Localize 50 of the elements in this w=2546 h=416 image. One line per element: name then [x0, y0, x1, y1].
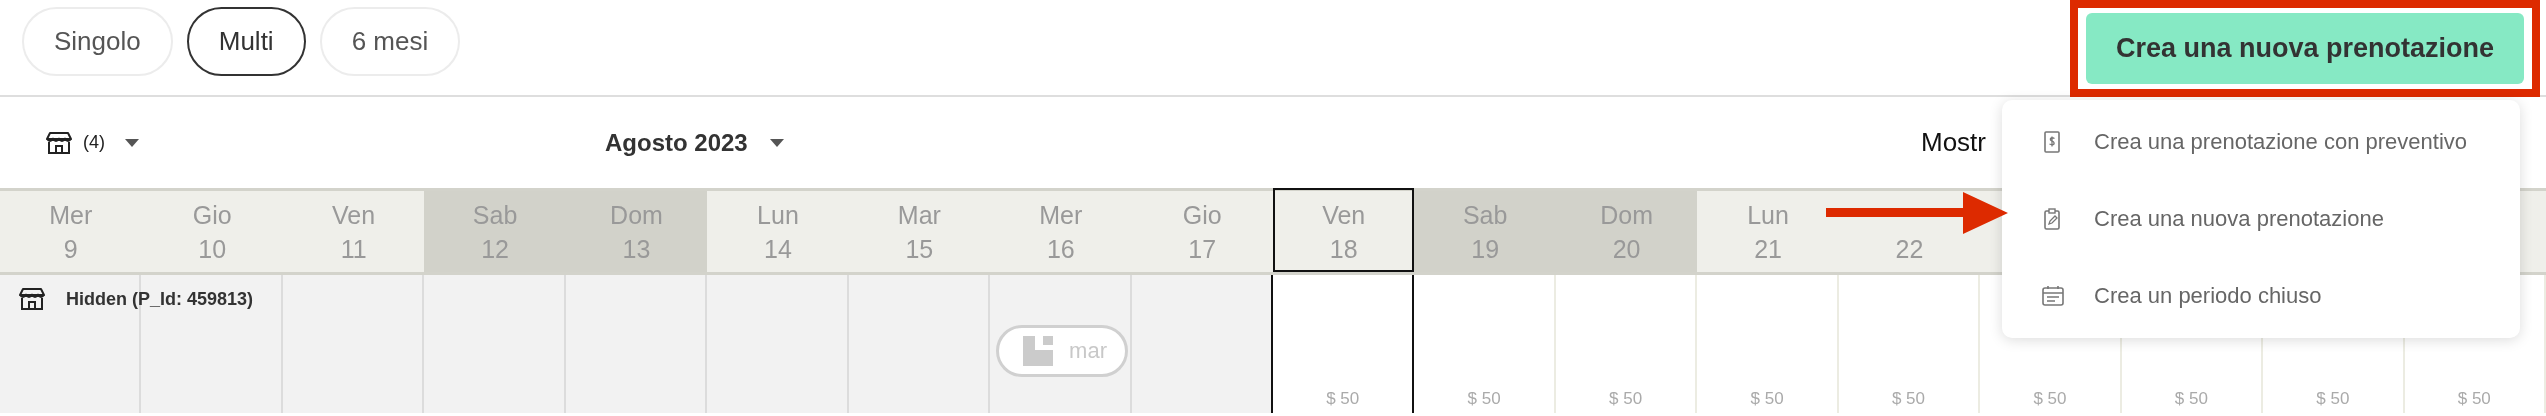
- day-header: Dom 20: [1555, 191, 1698, 272]
- month-selector[interactable]: Agosto 2023: [605, 128, 748, 157]
- day-header: Mar 15: [896, 200, 942, 265]
- price-label: $ 50: [1891, 389, 1926, 410]
- price-label: $ 50: [2457, 389, 2491, 410]
- day-header: Lun 14: [756, 200, 800, 265]
- property-count[interactable]: (4): [83, 132, 105, 153]
- day-cell[interactable]: [848, 275, 991, 413]
- day-cell[interactable]: $ 50: [1555, 275, 1698, 413]
- view-tab[interactable]: Singolo: [22, 7, 173, 76]
- price-label: $ 50: [1609, 389, 1643, 410]
- day-header: Ven 18: [1273, 188, 1415, 272]
- day-header: Mer 16: [1038, 200, 1084, 265]
- shop-icon: [18, 287, 46, 311]
- caret-icon[interactable]: [769, 138, 784, 147]
- view-tab[interactable]: Multi: [186, 7, 306, 76]
- price-label: $ 50: [1326, 389, 1360, 410]
- day-cell[interactable]: $ 50: [1271, 275, 1415, 413]
- calendar-icon: [2042, 284, 2064, 307]
- menu-item[interactable]: Crea una prenotazione con preventivo: [2002, 112, 2520, 173]
- day-header: Gio 17: [1181, 200, 1223, 265]
- property-name: Hidden (P_Id: 459813): [66, 288, 254, 310]
- menu-item[interactable]: Crea una nuova prenotazione: [2002, 189, 2520, 249]
- price-label: $ 50: [2174, 389, 2208, 410]
- show-label[interactable]: Mostr: [1921, 127, 1986, 158]
- caret-icon[interactable]: [125, 138, 139, 147]
- day-cell[interactable]: [424, 275, 566, 413]
- view-tab[interactable]: 6 mesi: [319, 7, 461, 76]
- price-label: $ 50: [2033, 389, 2067, 410]
- price-label: $ 50: [1750, 389, 1784, 410]
- day-header: Mer 9: [48, 200, 94, 265]
- day-header: 22: [1894, 234, 1925, 265]
- day-header: Dom 13: [565, 191, 708, 272]
- block-icon: [1023, 336, 1056, 366]
- price-label: $ 50: [2316, 389, 2350, 410]
- day-cell[interactable]: $ 50: [1838, 275, 1981, 413]
- day-cell[interactable]: $ 50: [1697, 275, 1839, 413]
- day-header: Sab 12: [424, 191, 566, 272]
- shop-icon[interactable]: [45, 130, 73, 155]
- day-header: Gio 10: [191, 200, 233, 265]
- day-header: Lun 21: [1746, 200, 1790, 265]
- day-header: Sab 19: [1414, 191, 1556, 272]
- day-cell[interactable]: [282, 275, 425, 413]
- day-cell[interactable]: $ 50: [1414, 275, 1556, 413]
- create-booking-button[interactable]: Crea una nuova prenotazione: [2085, 13, 2524, 84]
- day-header: Ven 11: [331, 200, 377, 265]
- day-cell[interactable]: [707, 275, 849, 413]
- day-cell[interactable]: [565, 275, 708, 413]
- price-label: $ 50: [1467, 389, 1501, 410]
- day-cell[interactable]: [1131, 275, 1273, 413]
